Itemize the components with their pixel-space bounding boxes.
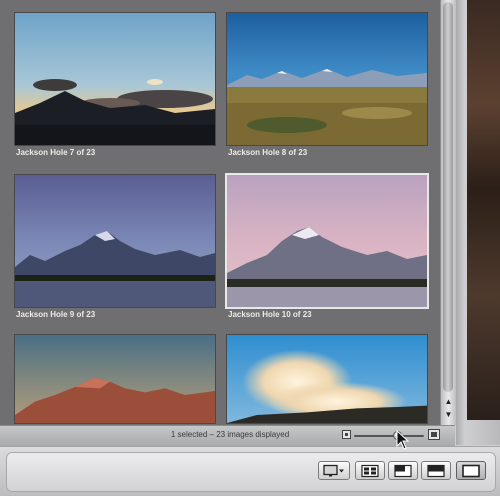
split-view-icon <box>394 464 412 477</box>
small-thumbnail-icon[interactable] <box>342 430 351 439</box>
thumbnail-size-slider[interactable] <box>354 435 424 437</box>
scrollbar-thumb[interactable] <box>443 2 453 392</box>
bottom-toolbar <box>0 446 500 496</box>
split-view-button[interactable] <box>388 461 418 480</box>
thumbnail-label: Jackson Hole 8 of 23 <box>228 148 308 157</box>
photo-alpenglow-peaks <box>15 335 215 423</box>
large-thumbnail-icon[interactable] <box>428 429 440 440</box>
photo-blue-dusk-peaks <box>15 175 215 307</box>
filmstrip-icon <box>427 464 445 477</box>
photo-geyser-steam <box>227 335 427 423</box>
thumbnail-label: Jackson Hole 10 of 23 <box>228 310 312 319</box>
viewer-menu-button[interactable] <box>318 461 350 480</box>
scroll-down-arrow-icon[interactable]: ▼ <box>441 409 456 421</box>
status-bar: 1 selected – 23 images displayed <box>0 425 455 446</box>
photo-prairie-mountains <box>227 13 427 145</box>
browser-view-button[interactable] <box>355 461 385 480</box>
thumbnail-label: Jackson Hole 7 of 23 <box>16 148 96 157</box>
viewer-only-button[interactable] <box>456 461 486 480</box>
browser-grid[interactable]: Jackson Hole 7 of 23 Jackson Hole 8 of 2… <box>0 0 440 425</box>
filmstrip-view-button[interactable] <box>421 461 451 480</box>
thumbnail-label: Jackson Hole 9 of 23 <box>16 310 96 319</box>
viewer-pane <box>456 0 500 445</box>
photo-pink-dusk-peaks <box>227 175 427 307</box>
viewer-icon <box>462 464 480 477</box>
mouse-cursor-icon <box>396 430 410 450</box>
status-text: 1 selected – 23 images displayed <box>170 430 290 439</box>
vertical-scrollbar[interactable]: ▲ ▼ <box>440 0 456 425</box>
viewer-image <box>467 0 500 420</box>
grid-view-icon <box>361 464 379 477</box>
scroll-up-arrow-icon[interactable]: ▲ <box>441 396 456 408</box>
monitor-dropdown-icon <box>323 464 344 476</box>
photo-sunset-clouds <box>15 13 215 145</box>
